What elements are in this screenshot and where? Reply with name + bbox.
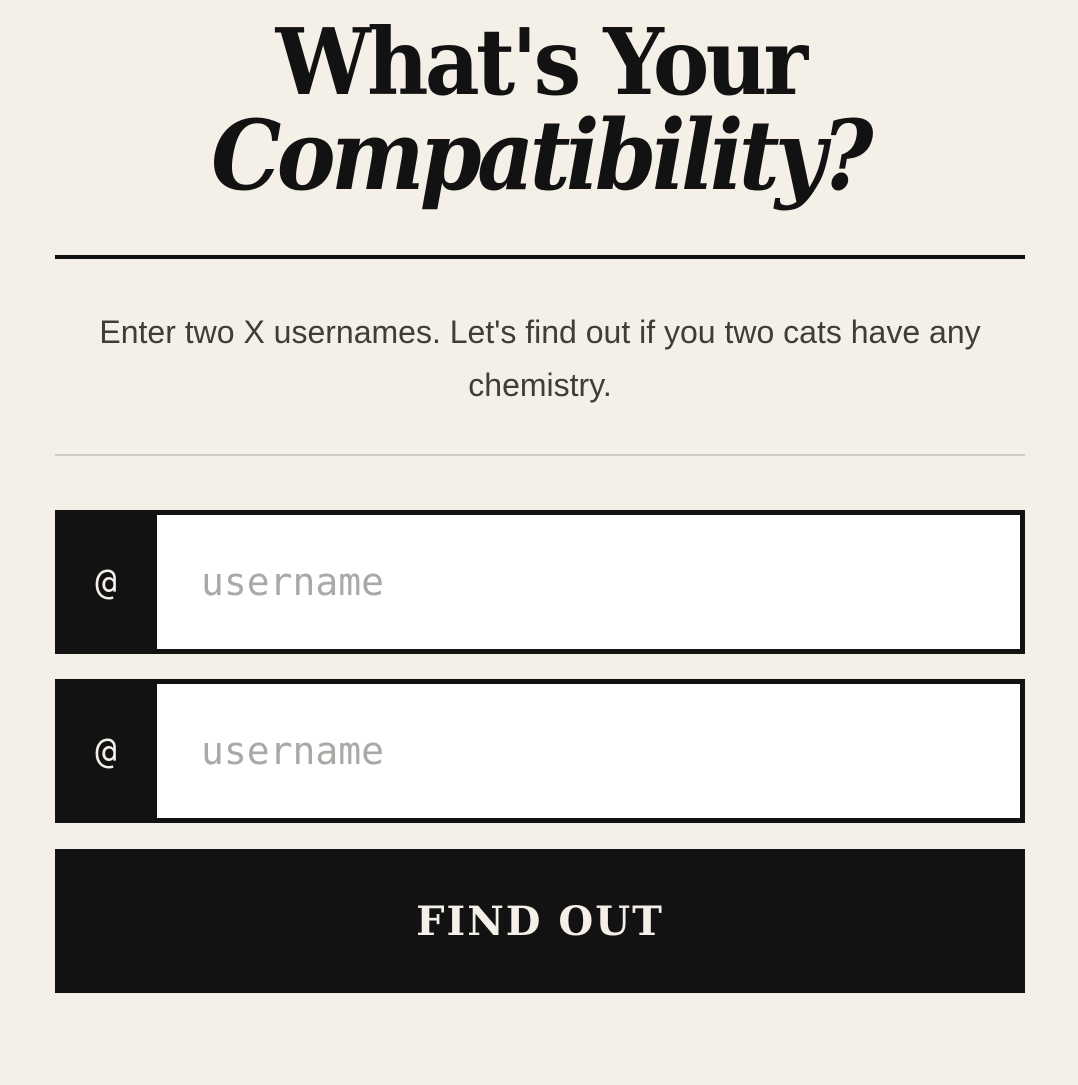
intro-divider (55, 454, 1025, 456)
page-title: What's Your Compatibility? (55, 0, 1025, 208)
intro-text: Enter two X usernames. Let's find out if… (99, 314, 981, 403)
username-input-wrapper-2 (157, 684, 1020, 818)
at-prefix-1: @ (95, 561, 117, 603)
at-prefix-2: @ (95, 730, 117, 772)
username-field-1: @ (55, 510, 1025, 654)
find-out-button[interactable]: FIND OUT (55, 849, 1025, 993)
username-input-wrapper-1 (157, 515, 1020, 649)
username-input-1[interactable] (157, 515, 1020, 649)
title-line-2: Compatibility? (211, 99, 873, 212)
compatibility-page: What's Your Compatibility? Enter two X u… (55, 0, 1025, 993)
title-divider (55, 255, 1025, 259)
username-field-2: @ (55, 679, 1025, 823)
title-line-1: What's Your (275, 8, 808, 116)
username-input-2[interactable] (157, 684, 1020, 818)
